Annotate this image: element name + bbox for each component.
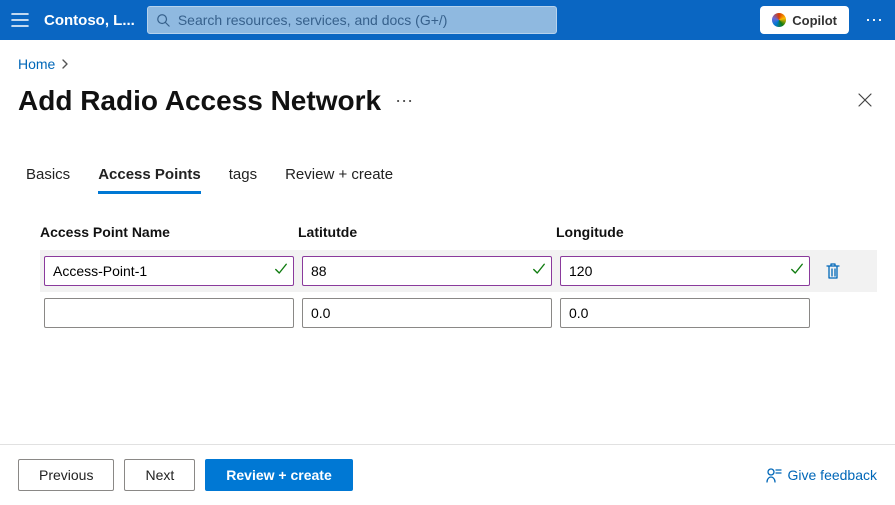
hamburger-icon: [11, 13, 29, 27]
latitude-input[interactable]: [302, 298, 552, 328]
overflow-menu[interactable]: ⋯: [861, 10, 887, 31]
delete-row-button[interactable]: [818, 262, 848, 280]
top-bar: Contoso, L... Search resources, services…: [0, 0, 895, 40]
access-point-name-input[interactable]: [44, 256, 294, 286]
tab-basics[interactable]: Basics: [26, 166, 70, 194]
col-header-latitude: Latitutde: [298, 224, 548, 240]
give-feedback-link[interactable]: Give feedback: [766, 467, 878, 483]
search-placeholder: Search resources, services, and docs (G+…: [178, 12, 448, 28]
global-search[interactable]: Search resources, services, and docs (G+…: [147, 6, 557, 34]
access-point-row: [40, 292, 877, 334]
wizard-tabs: Basics Access Points tags Review + creat…: [18, 166, 877, 194]
breadcrumb-home[interactable]: Home: [18, 56, 55, 72]
copilot-icon: [772, 13, 786, 27]
access-point-row: [40, 250, 877, 292]
latitude-input[interactable]: [302, 256, 552, 286]
col-header-longitude: Longitude: [556, 224, 806, 240]
access-points-grid: Access Point Name Latitutde Longitude: [18, 224, 877, 334]
review-create-button[interactable]: Review + create: [205, 459, 352, 491]
hamburger-menu[interactable]: [8, 8, 32, 32]
search-icon: [156, 13, 170, 27]
longitude-input[interactable]: [560, 256, 810, 286]
access-point-name-input[interactable]: [44, 298, 294, 328]
col-header-name: Access Point Name: [40, 224, 290, 240]
copilot-button[interactable]: Copilot: [760, 6, 849, 34]
wizard-footer: Previous Next Review + create Give feedb…: [0, 444, 895, 505]
tab-review-create[interactable]: Review + create: [285, 166, 393, 194]
previous-button[interactable]: Previous: [18, 459, 114, 491]
close-icon: [857, 92, 873, 108]
copilot-label: Copilot: [792, 13, 837, 28]
breadcrumb: Home: [18, 56, 877, 72]
tab-access-points[interactable]: Access Points: [98, 166, 201, 194]
give-feedback-label: Give feedback: [788, 467, 878, 483]
tab-tags[interactable]: tags: [229, 166, 257, 194]
chevron-right-icon: [61, 56, 69, 72]
close-button[interactable]: [853, 84, 877, 118]
next-button[interactable]: Next: [124, 459, 195, 491]
trash-icon: [825, 262, 841, 280]
page-actions-menu[interactable]: ⋯: [395, 91, 413, 112]
feedback-icon: [766, 467, 782, 483]
page-title: Add Radio Access Network: [18, 85, 381, 117]
tenant-name[interactable]: Contoso, L...: [44, 12, 135, 29]
longitude-input[interactable]: [560, 298, 810, 328]
